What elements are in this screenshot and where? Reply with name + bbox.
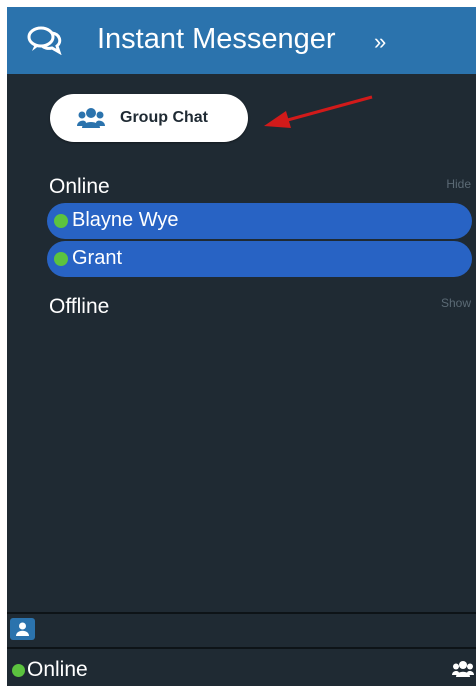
user-tab-button[interactable] <box>10 618 35 640</box>
online-status-dot <box>54 252 68 266</box>
online-status-dot <box>54 214 68 228</box>
footer-divider <box>7 612 476 614</box>
status-bar: Online <box>7 649 476 686</box>
offline-section-label: Offline <box>49 295 110 318</box>
group-chat-label: Group Chat <box>120 109 208 126</box>
contact-item[interactable]: Blayne Wye <box>47 203 472 239</box>
group-icon <box>77 108 105 128</box>
group-icon[interactable] <box>452 660 474 678</box>
online-status-dot <box>12 664 25 677</box>
user-icon <box>16 622 29 636</box>
status-selector[interactable]: Online <box>27 658 88 682</box>
expand-button[interactable]: » <box>374 29 386 55</box>
app-title: Instant Messenger <box>97 23 336 55</box>
contact-name: Grant <box>72 247 123 269</box>
messenger-header: Instant Messenger » <box>7 7 476 74</box>
hide-online-link[interactable]: Hide <box>446 177 471 191</box>
contact-name: Blayne Wye <box>72 209 179 231</box>
online-section-label: Online <box>49 175 110 198</box>
show-offline-link[interactable]: Show <box>441 296 471 310</box>
chat-bubbles-icon <box>27 26 62 55</box>
messenger-panel: Instant Messenger » Group Chat Online Hi… <box>7 7 476 686</box>
group-chat-button[interactable]: Group Chat <box>50 94 248 142</box>
annotation-arrow <box>264 95 373 128</box>
contact-item[interactable]: Grant <box>47 241 472 277</box>
